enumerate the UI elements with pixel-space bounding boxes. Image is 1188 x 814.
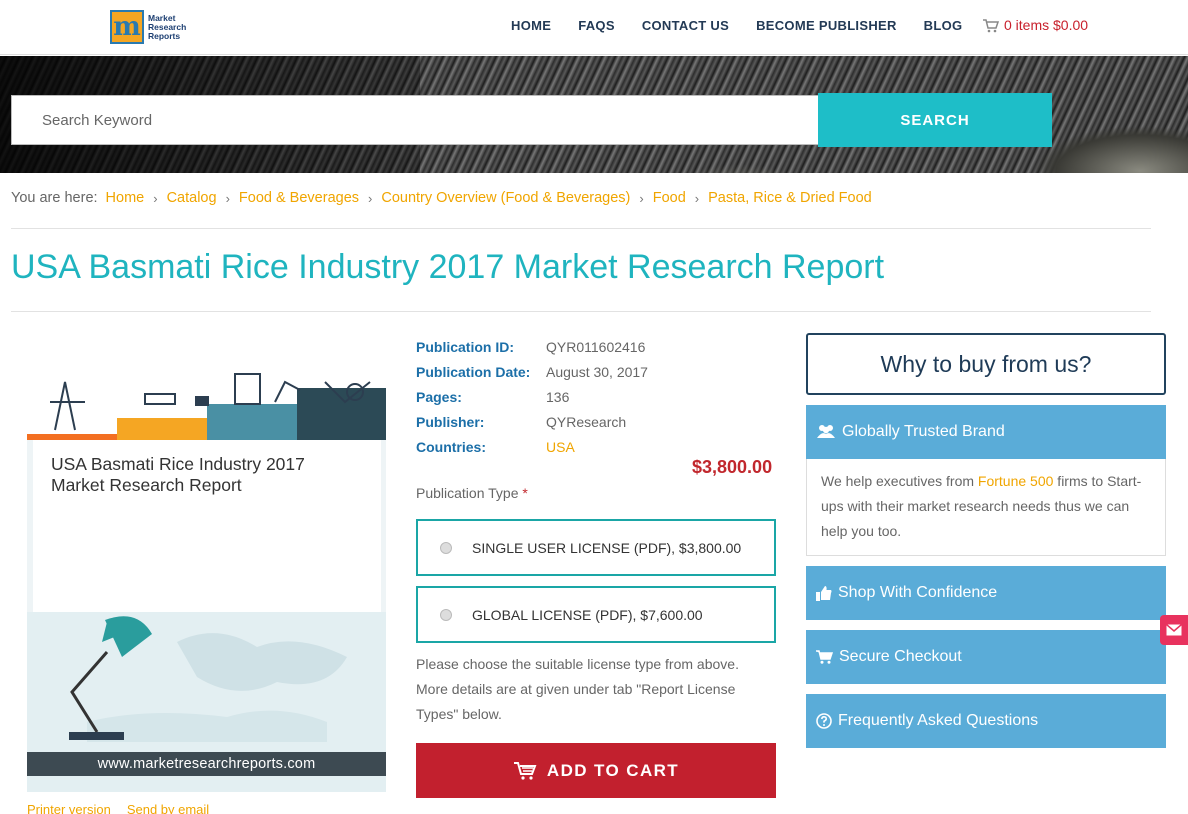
license-label: GLOBAL LICENSE (PDF), $7,600.00	[472, 606, 703, 623]
breadcrumb-food[interactable]: Food	[653, 190, 686, 206]
meta-row: Publisher: QYResearch	[416, 409, 648, 434]
cover-footer-url: www.marketresearchreports.com	[27, 752, 386, 776]
radio-button[interactable]	[440, 608, 452, 621]
meta-key: Publication ID:	[416, 338, 514, 355]
radio-button[interactable]	[440, 541, 452, 554]
meta-row: Pages: 136	[416, 384, 648, 409]
required-marker: *	[522, 485, 528, 501]
meta-row: Publication ID: QYR011602416	[416, 334, 648, 359]
breadcrumb-lead: You are here:	[11, 190, 98, 206]
country-link[interactable]: USA	[546, 439, 575, 455]
thumbs-up-icon	[816, 585, 832, 601]
license-note: Please choose the suitable license type …	[416, 656, 739, 722]
breadcrumb-home[interactable]: Home	[106, 190, 145, 206]
publication-meta: Publication ID: QYR011602416 Publication…	[416, 334, 648, 459]
nav-contact-us[interactable]: CONTACT US	[642, 18, 729, 33]
factory-icon	[50, 373, 371, 431]
send-by-email-link[interactable]: Send by email	[127, 802, 209, 814]
meta-key: Publication Date:	[416, 363, 531, 380]
add-to-cart-button[interactable]: ADD TO CART	[416, 743, 776, 798]
nav-become-publisher[interactable]: BECOME PUBLISHER	[756, 18, 897, 33]
faq-panel[interactable]: Frequently Asked Questions	[806, 694, 1166, 748]
desk-lamp-icon	[69, 616, 347, 742]
trusted-text: We help executives from	[821, 473, 978, 489]
cart-summary: 0 items $0.00	[1004, 17, 1089, 33]
site-logo[interactable]: m Market Research Reports	[110, 8, 192, 46]
shop-confidence-title: Shop With Confidence	[838, 584, 998, 601]
chevron-right-icon: ›	[153, 190, 158, 206]
breadcrumb-country-overview[interactable]: Country Overview (Food & Beverages)	[381, 190, 630, 206]
publisher-name: QYResearch	[546, 413, 627, 430]
breadcrumb-food-beverages[interactable]: Food & Beverages	[239, 190, 359, 206]
trusted-brand-body: We help executives from Fortune 500 firm…	[806, 459, 1166, 556]
publication-type-label: Publication Type *	[416, 485, 528, 501]
why-buy-heading: Why to buy from us?	[806, 333, 1166, 395]
add-to-cart-label: ADD TO CART	[546, 760, 680, 780]
chevron-right-icon: ›	[639, 190, 644, 206]
shopping-cart-icon	[983, 18, 999, 32]
license-option-single[interactable]: SINGLE USER LICENSE (PDF), $3,800.00	[416, 519, 776, 576]
license-label: SINGLE USER LICENSE (PDF), $3,800.00	[472, 539, 742, 556]
meta-row: Countries: USA	[416, 434, 648, 459]
report-price: $3,800.00	[692, 457, 773, 477]
publication-id: QYR011602416	[546, 338, 646, 355]
main-nav: HOME FAQS CONTACT US BECOME PUBLISHER BL…	[511, 18, 989, 33]
report-cover-image: USA Basmati Rice Industry 2017 Market Re…	[27, 334, 386, 792]
meta-row: Publication Date: August 30, 2017	[416, 359, 648, 384]
header-cart[interactable]: 0 items $0.00	[982, 17, 1088, 33]
page-title: USA Basmati Rice Industry 2017 Market Re…	[11, 248, 885, 286]
cover-illustration	[27, 334, 386, 440]
nav-home[interactable]: HOME	[511, 18, 551, 33]
breadcrumb-pasta-rice[interactable]: Pasta, Rice & Dried Food	[708, 190, 872, 206]
printer-version-link[interactable]: Printer version	[27, 802, 111, 814]
search-input[interactable]	[11, 95, 818, 145]
publication-type-text: Publication Type	[416, 485, 519, 501]
logo-mark-icon: m	[110, 10, 144, 44]
license-option-global[interactable]: GLOBAL LICENSE (PDF), $7,600.00	[416, 586, 776, 643]
breadcrumb-catalog[interactable]: Catalog	[167, 190, 217, 206]
chevron-right-icon: ›	[694, 190, 700, 206]
breadcrumb: You are here: Home › Catalog › Food & Be…	[11, 190, 872, 206]
meta-key: Countries:	[416, 438, 486, 455]
shop-confidence-panel[interactable]: Shop With Confidence	[806, 566, 1166, 620]
cart-icon	[816, 650, 833, 664]
trusted-brand-panel[interactable]: Globally Trusted Brand	[806, 405, 1166, 459]
cart-icon	[513, 761, 537, 780]
chevron-right-icon: ›	[368, 190, 373, 206]
share-links: Printer version Send by email	[27, 802, 209, 814]
divider	[11, 228, 1151, 229]
site-header: m Market Research Reports HOME FAQS CONT…	[0, 0, 1188, 55]
search-button[interactable]: SEARCH	[818, 93, 1052, 147]
question-circle-icon	[816, 713, 832, 729]
email-float-button[interactable]	[1160, 615, 1188, 645]
nav-blog[interactable]: BLOG	[924, 18, 963, 33]
users-icon	[817, 425, 835, 438]
chevron-right-icon: ›	[225, 190, 230, 206]
logo-wordmark: Market Research Reports	[148, 13, 186, 41]
envelope-icon	[1166, 624, 1182, 636]
cover-title: USA Basmati Rice Industry 2017 Market Re…	[51, 454, 305, 495]
secure-checkout-title: Secure Checkout	[839, 648, 962, 665]
nav-faqs[interactable]: FAQS	[578, 18, 615, 33]
divider	[11, 311, 1151, 312]
secure-checkout-panel[interactable]: Secure Checkout	[806, 630, 1166, 684]
meta-key: Pages:	[416, 388, 462, 405]
publication-date: August 30, 2017	[546, 363, 648, 380]
logo-line-3: Reports	[148, 30, 181, 41]
meta-key: Publisher:	[416, 413, 485, 430]
faq-title: Frequently Asked Questions	[838, 712, 1039, 729]
trusted-brand-title: Globally Trusted Brand	[842, 423, 1005, 440]
fortune-500-link[interactable]: Fortune 500	[978, 473, 1054, 489]
pages-count: 136	[546, 388, 570, 405]
